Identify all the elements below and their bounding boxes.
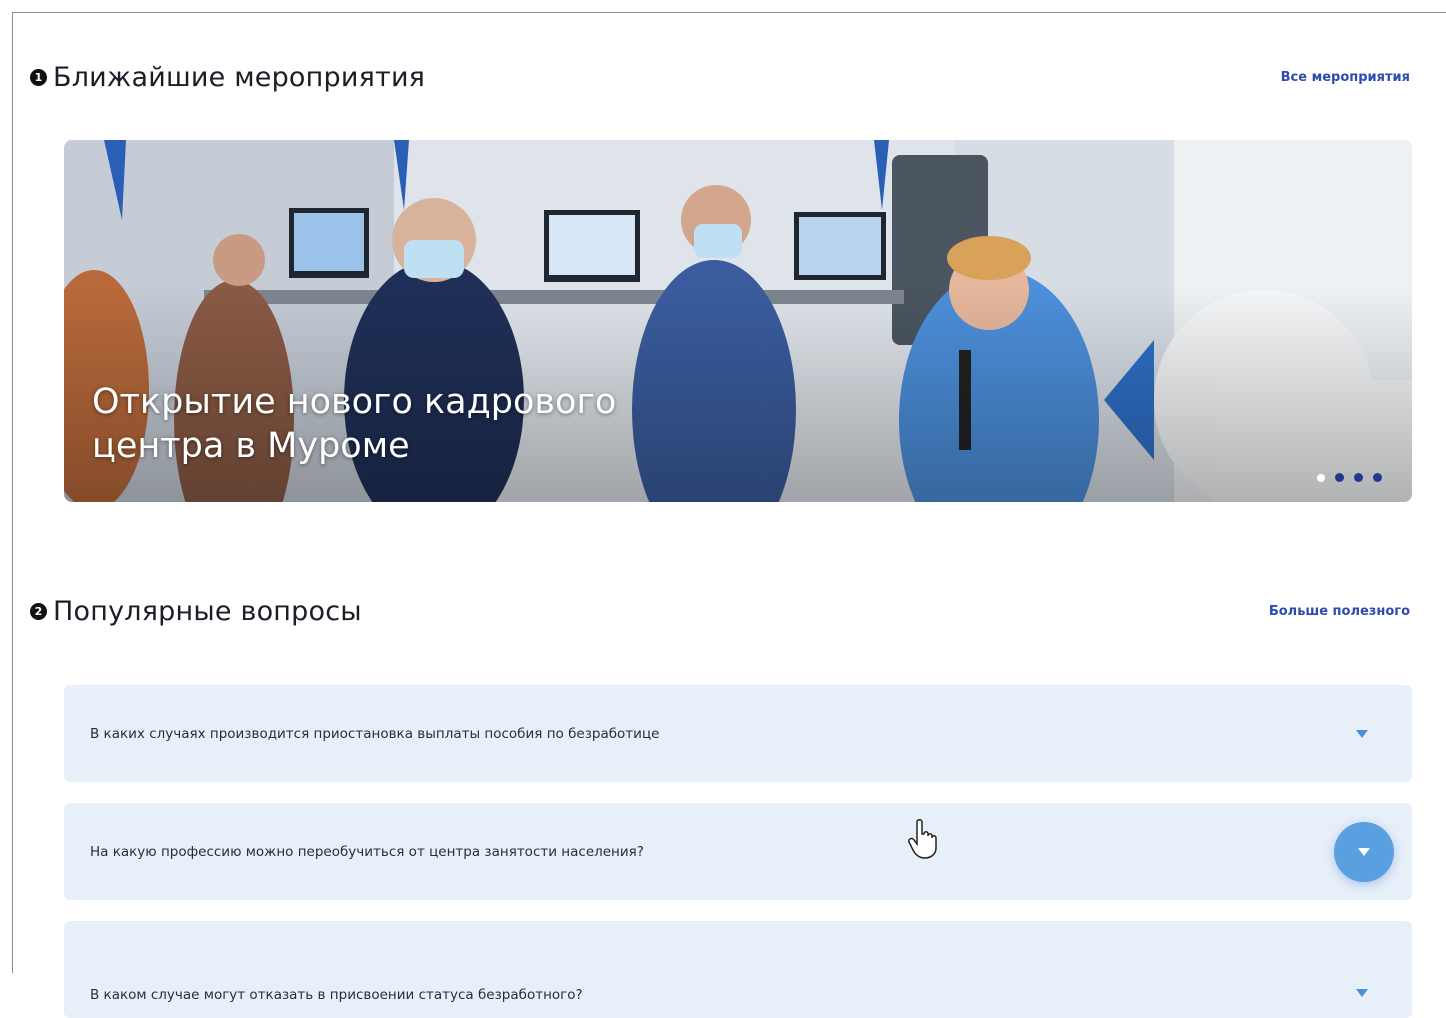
chevron-down-icon[interactable]: [1350, 981, 1374, 1005]
slide-caption: Открытие нового кадрового центра в Муром…: [92, 380, 692, 468]
slider-dot-4[interactable]: [1373, 473, 1382, 482]
chevron-down-icon[interactable]: [1350, 722, 1374, 746]
events-slider[interactable]: Открытие нового кадрового центра в Муром…: [64, 140, 1412, 502]
faq-section-header: 2 Популярные вопросы Больше полезного: [30, 596, 1410, 627]
faq-question: На какую профессию можно переобучиться о…: [90, 843, 644, 860]
events-section-header: 1 Ближайшие мероприятия Все мероприятия: [30, 62, 1410, 93]
faq-question: В каких случаях производится приостановк…: [90, 725, 660, 742]
all-events-link[interactable]: Все мероприятия: [1281, 70, 1410, 85]
section-marker-2: 2: [30, 603, 47, 620]
slider-dot-2[interactable]: [1335, 473, 1344, 482]
faq-item[interactable]: На какую профессию можно переобучиться о…: [64, 803, 1412, 900]
events-title: Ближайшие мероприятия: [53, 62, 426, 93]
slider-pagination: [1317, 473, 1382, 482]
faq-question: В каком случае могут отказать в присвоен…: [90, 986, 583, 1003]
faq-item[interactable]: В каких случаях производится приостановк…: [64, 685, 1412, 782]
slide-caption-line-2: центра в Муроме: [92, 426, 410, 466]
section-marker-1: 1: [30, 69, 47, 86]
slider-dot-1[interactable]: [1317, 473, 1325, 482]
faq-title: Популярные вопросы: [53, 596, 362, 627]
chevron-down-icon[interactable]: [1334, 821, 1394, 882]
faq-item[interactable]: В каком случае могут отказать в присвоен…: [64, 921, 1412, 1018]
hand-cursor-icon: [908, 819, 937, 859]
slide-caption-line-1: Открытие нового кадрового: [92, 382, 617, 422]
slider-dot-3[interactable]: [1354, 473, 1363, 482]
more-useful-link[interactable]: Больше полезного: [1269, 604, 1410, 619]
